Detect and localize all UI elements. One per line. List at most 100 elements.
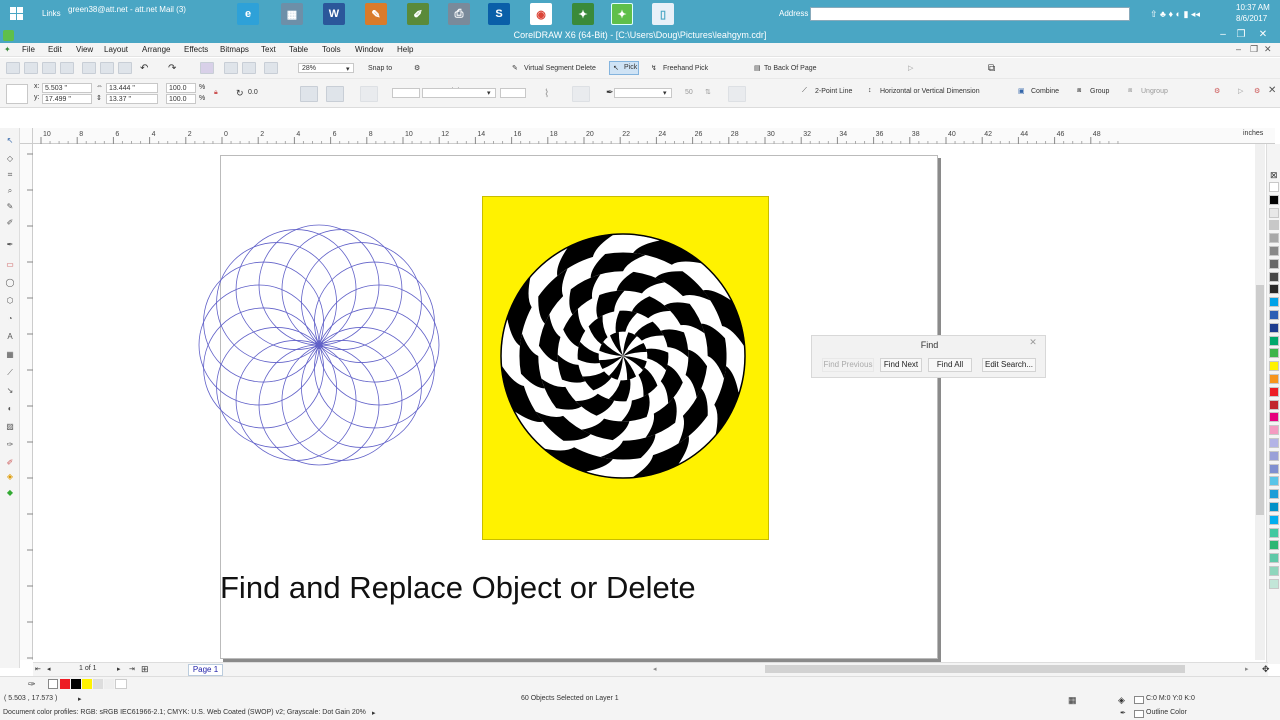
- horizontal-ruler[interactable]: 10 8 6 4 2 0 2 4 6 8 10 12 14 16 18 20 22 24 26 28 30 32 34 36 3…: [33, 128, 1275, 144]
- restore-icon[interactable]: ❐: [1232, 28, 1250, 42]
- print-icon[interactable]: [60, 62, 74, 74]
- outline-width-dropdown[interactable]: ▾: [614, 88, 672, 98]
- shape-tool-icon[interactable]: ◇: [4, 154, 16, 164]
- mail-window-button[interactable]: green38@att.net - att.net Mail (3): [68, 5, 186, 14]
- horizontal-scroll-thumb[interactable]: [765, 665, 1185, 673]
- palette-swatch[interactable]: [1269, 476, 1279, 487]
- canvas-caption-text[interactable]: Find and Replace Object or Delete: [220, 570, 1018, 606]
- palette-swatch[interactable]: [1269, 514, 1279, 525]
- palette-swatch[interactable]: [1269, 246, 1279, 256]
- page-tab-1[interactable]: Page 1: [188, 664, 223, 676]
- no-color-icon[interactable]: ⊠: [1270, 170, 1278, 181]
- toolbar-overflow-icon[interactable]: ▷: [908, 64, 913, 72]
- doc-restore-icon[interactable]: ❐: [1250, 44, 1258, 55]
- freehand-pick-button[interactable]: Freehand Pick: [663, 65, 708, 72]
- palette-swatch[interactable]: [1269, 194, 1279, 205]
- pencil-app-icon[interactable]: ✐: [407, 3, 429, 25]
- scale-x-field[interactable]: 100.0: [166, 83, 196, 93]
- internet-explorer-icon[interactable]: e: [237, 3, 259, 25]
- menu-view[interactable]: View: [76, 45, 93, 54]
- menu-edit[interactable]: Edit: [48, 45, 62, 54]
- outline-style-dropdown[interactable]: ▾: [422, 88, 496, 98]
- text-tool-icon[interactable]: A: [4, 332, 16, 342]
- basic-shapes-icon[interactable]: ◔: [4, 314, 16, 324]
- artistic-media-icon[interactable]: ✒: [4, 240, 16, 250]
- palette-swatch[interactable]: [1269, 566, 1279, 576]
- x-position-field[interactable]: 5.503 ": [42, 83, 92, 93]
- stepper-icon[interactable]: ⇅: [705, 88, 711, 96]
- fill-indicator-icon[interactable]: ◈: [1118, 695, 1125, 706]
- redo-icon[interactable]: ↷: [168, 63, 176, 74]
- settings-icon[interactable]: ⚙: [1254, 87, 1260, 95]
- document-icon[interactable]: ▯: [652, 3, 674, 25]
- open-icon[interactable]: [24, 62, 38, 74]
- cut-icon[interactable]: [82, 62, 96, 74]
- virtual-segment-delete-button[interactable]: Virtual Segment Delete: [524, 65, 596, 72]
- crop-tool-icon[interactable]: ⌗: [4, 170, 16, 180]
- menu-effects[interactable]: Effects: [184, 45, 208, 54]
- palette-swatch[interactable]: [1269, 335, 1279, 346]
- ungroup-button[interactable]: Ungroup: [1141, 88, 1168, 95]
- close-docker-icon[interactable]: ✕: [1268, 85, 1276, 96]
- calendar-icon[interactable]: ▦: [281, 3, 303, 25]
- clock-time[interactable]: 10:37 AM: [1236, 3, 1270, 12]
- smart-drawing-icon[interactable]: ✐: [4, 218, 16, 228]
- welcome-screen-icon[interactable]: ⧉: [988, 63, 995, 74]
- palette-swatch[interactable]: [1269, 297, 1279, 308]
- fill-tool-icon[interactable]: ◈: [4, 472, 16, 482]
- navigator-icon[interactable]: ✥: [1262, 664, 1270, 675]
- palette-swatch[interactable]: [1269, 284, 1279, 295]
- next-page-icon[interactable]: ▸: [117, 665, 121, 673]
- s-app-icon[interactable]: S: [488, 3, 510, 25]
- menu-layout[interactable]: Layout: [104, 45, 128, 54]
- new-icon[interactable]: [6, 62, 20, 74]
- bitmap-trace-icon[interactable]: [728, 86, 746, 102]
- document-palette-light-swatch[interactable]: [104, 679, 114, 689]
- freehand-tool-icon[interactable]: ✎: [4, 202, 16, 212]
- menu-table[interactable]: Table: [289, 45, 308, 54]
- palette-swatch[interactable]: [1269, 553, 1279, 564]
- outline-color-swatch[interactable]: [1134, 710, 1144, 718]
- menu-window[interactable]: Window: [355, 45, 383, 54]
- palette-swatch[interactable]: [1269, 348, 1279, 359]
- paste-icon[interactable]: [118, 62, 132, 74]
- color-profiles-expand-icon[interactable]: ▸: [372, 709, 376, 717]
- clock-date[interactable]: 8/6/2017: [1236, 14, 1267, 23]
- find-next-button[interactable]: Find Next: [880, 358, 922, 372]
- palette-swatch[interactable]: [1269, 578, 1279, 589]
- outline-rosette-object[interactable]: ✱: [196, 222, 442, 468]
- vertical-scroll-thumb[interactable]: [1256, 285, 1264, 515]
- scroll-left-icon[interactable]: ◂: [653, 665, 657, 673]
- to-back-of-page-button[interactable]: To Back Of Page: [764, 65, 817, 72]
- menu-file[interactable]: File: [22, 45, 35, 54]
- palette-swatch[interactable]: [1269, 374, 1279, 384]
- tray-icons[interactable]: ⇧ ♣ ♦ ◐ ▮ ◂◂: [1150, 9, 1200, 20]
- palette-swatch[interactable]: [1269, 386, 1279, 397]
- close-icon[interactable]: ✕: [1026, 337, 1040, 349]
- quick-customize-icon[interactable]: ⚙: [1214, 87, 1220, 95]
- palette-swatch[interactable]: [1269, 463, 1279, 474]
- lock-ratio-icon[interactable]: 🔒︎: [214, 89, 218, 97]
- palette-swatch[interactable]: [1269, 271, 1279, 282]
- align-icon[interactable]: [360, 86, 378, 102]
- last-page-icon[interactable]: ⇥: [129, 665, 135, 673]
- ruler-origin[interactable]: [20, 128, 33, 144]
- palette-swatch[interactable]: [1269, 438, 1279, 448]
- document-palette-red-swatch[interactable]: [60, 679, 70, 689]
- interactive-fill-icon[interactable]: ◆: [4, 488, 16, 498]
- scale-y-field[interactable]: 100.0: [166, 94, 196, 104]
- menu-help[interactable]: Help: [397, 45, 413, 54]
- printer-icon[interactable]: ⎙: [448, 3, 470, 25]
- outline-pen-icon[interactable]: ✒: [1120, 709, 1126, 717]
- table-tool-icon[interactable]: ▦: [4, 350, 16, 360]
- palette-swatch[interactable]: [1269, 399, 1279, 410]
- reference-point-icon[interactable]: [6, 84, 28, 104]
- palette-swatch[interactable]: [1269, 258, 1279, 269]
- palette-swatch[interactable]: [1269, 412, 1279, 423]
- menu-text[interactable]: Text: [261, 45, 276, 54]
- overflow-icon[interactable]: ▷: [1238, 87, 1243, 95]
- palette-swatch[interactable]: [1269, 489, 1279, 500]
- palette-swatch[interactable]: [1269, 310, 1279, 320]
- doc-minimize-icon[interactable]: –: [1236, 44, 1241, 54]
- export-icon[interactable]: [242, 62, 256, 74]
